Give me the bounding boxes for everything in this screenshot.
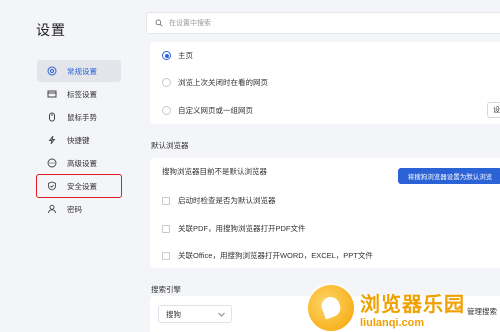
shield-icon xyxy=(47,181,57,191)
startup-option-label: 浏览上次关闭时在看的网页 xyxy=(178,78,268,87)
sidebar-item-label: 高级设置 xyxy=(67,158,97,168)
startup-option-custom-pages[interactable]: 自定义网页或一组网页 xyxy=(162,105,253,116)
checkbox-label: 关联Office，用搜狗浏览器打开WORD，EXCEL，PPT文件 xyxy=(178,251,373,260)
search-engine-selected: 搜狗 xyxy=(166,309,181,319)
sidebar-item-label: 快捷键 xyxy=(67,135,90,145)
radio[interactable] xyxy=(162,78,171,87)
radio-selected[interactable] xyxy=(162,51,171,60)
tab-icon xyxy=(47,89,57,99)
sidebar-item-label: 密码 xyxy=(67,204,82,214)
watermark-cn-text: 浏览器乐园 xyxy=(360,293,465,316)
associate-pdf[interactable]: 关联PDF，用搜狗浏览器打开PDF文件 xyxy=(162,223,306,234)
search-engine-section-title: 搜索引擎 xyxy=(151,285,181,294)
startup-option-label: 自定义网页或一组网页 xyxy=(178,106,253,115)
sidebar-item-label: 安全设置 xyxy=(67,181,97,191)
default-browser-section-title: 默认浏览器 xyxy=(151,141,189,150)
radio[interactable] xyxy=(162,106,171,115)
search-icon xyxy=(155,19,163,27)
startup-option-homepage[interactable]: 主页 xyxy=(162,50,193,61)
checkbox[interactable] xyxy=(162,251,170,260)
startup-option-last-session[interactable]: 浏览上次关闭时在看的网页 xyxy=(162,77,268,88)
default-browser-status-text: 搜狗浏览器目前不是默认浏览器 xyxy=(162,167,267,176)
checkbox-label: 关联PDF，用搜狗浏览器打开PDF文件 xyxy=(178,224,306,233)
set-default-browser-button[interactable]: 将搜狗浏览器设置为默认浏览 xyxy=(398,168,500,184)
lightning-icon xyxy=(47,135,57,145)
sidebar-item-tabs[interactable]: 标签设置 xyxy=(37,83,121,105)
search-placeholder: 在设置中搜索 xyxy=(169,20,211,27)
more-dots-icon xyxy=(47,158,57,168)
page-title: 设置 xyxy=(36,22,66,38)
sidebar: 设置 常规设置 标签设置 鼠标手势 快捷键 高级设置 安全设置 密码 xyxy=(0,0,138,332)
sidebar-item-advanced[interactable]: 高级设置 xyxy=(37,152,121,174)
check-on-startup[interactable]: 启动时检查是否为默认浏览器 xyxy=(162,195,276,206)
sidebar-item-mouse-gestures[interactable]: 鼠标手势 xyxy=(37,106,121,128)
watermark-en-text: liulanqi.com xyxy=(360,316,425,329)
sidebar-item-security[interactable]: 安全设置 xyxy=(36,174,122,198)
checkbox[interactable] xyxy=(162,224,170,233)
sidebar-nav: 常规设置 标签设置 鼠标手势 快捷键 高级设置 安全设置 密码 xyxy=(36,60,122,221)
user-icon xyxy=(47,204,57,214)
sidebar-item-label: 鼠标手势 xyxy=(67,112,97,122)
default-browser-status: 搜狗浏览器目前不是默认浏览器 xyxy=(162,166,267,177)
watermark: 浏览器乐园 liulanqi.com xyxy=(308,284,500,332)
startup-option-label: 主页 xyxy=(178,51,193,60)
set-pages-button[interactable]: 设 xyxy=(487,102,500,118)
startup-card: 主页 浏览上次关闭时在看的网页 自定义网页或一组网页 xyxy=(150,42,500,124)
sidebar-item-label: 标签设置 xyxy=(67,89,97,99)
watermark-logo xyxy=(308,285,354,331)
sidebar-item-passwords[interactable]: 密码 xyxy=(37,198,121,220)
search-engine-select[interactable]: 搜狗 xyxy=(158,305,232,323)
checkbox-label: 启动时检查是否为默认浏览器 xyxy=(178,196,276,205)
mouse-icon xyxy=(47,112,57,122)
checkbox[interactable] xyxy=(162,196,170,205)
associate-office[interactable]: 关联Office，用搜狗浏览器打开WORD，EXCEL，PPT文件 xyxy=(162,250,373,261)
search-input[interactable]: 在设置中搜索 xyxy=(146,12,500,34)
sidebar-item-shortcuts[interactable]: 快捷键 xyxy=(37,129,121,151)
chevron-down-icon xyxy=(218,312,225,317)
sidebar-item-general[interactable]: 常规设置 xyxy=(37,60,121,82)
general-settings-icon xyxy=(47,66,57,76)
sidebar-item-label: 常规设置 xyxy=(67,66,97,76)
